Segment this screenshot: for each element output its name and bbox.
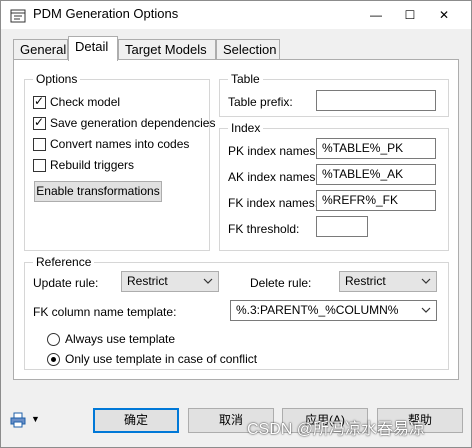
fk-template-value: %.3:PARENT%_%COLUMN% xyxy=(236,303,399,317)
dropdown-arrow-icon[interactable]: ▼ xyxy=(31,414,40,424)
options-group: Options ✓ Check model ✓ Save generation … xyxy=(24,72,215,251)
fk-index-label: FK index names: xyxy=(228,196,319,210)
fk-template-label: FK column name template: xyxy=(33,305,177,319)
table-group: Table Table prefix: xyxy=(219,72,449,117)
save-dependencies-checkbox[interactable]: ✓ xyxy=(33,115,46,130)
fk-index-input[interactable]: %REFR%_FK xyxy=(316,190,436,211)
index-group: Index PK index names: %TABLE%_PK AK inde… xyxy=(219,121,449,251)
update-rule-select[interactable]: Restrict xyxy=(121,271,219,292)
reference-legend: Reference xyxy=(33,255,95,269)
reference-group: Reference Update rule: Restrict Delete r… xyxy=(24,255,449,370)
convert-names-checkbox[interactable] xyxy=(33,137,46,151)
tab-selection[interactable]: Selection xyxy=(216,39,280,60)
fk-threshold-input[interactable] xyxy=(316,216,368,237)
conflict-template-radio[interactable] xyxy=(47,352,60,366)
title-bar[interactable]: PDM Generation Options — ☐ ✕ xyxy=(1,1,471,29)
convert-names-row[interactable]: Convert names into codes xyxy=(33,136,189,152)
tab-detail[interactable]: Detail xyxy=(68,36,118,61)
window-title: PDM Generation Options xyxy=(33,6,179,21)
chevron-down-icon xyxy=(421,307,431,313)
dialog-window: PDM Generation Options — ☐ ✕ General Det… xyxy=(0,0,472,448)
always-use-template-option[interactable]: Always use template xyxy=(47,331,175,347)
check-model-row[interactable]: ✓ Check model xyxy=(33,94,120,110)
tab-target-models[interactable]: Target Models xyxy=(118,39,216,60)
check-model-checkbox[interactable]: ✓ xyxy=(33,94,46,109)
fk-threshold-label: FK threshold: xyxy=(228,222,300,236)
conflict-template-label: Only use template in case of conflict xyxy=(65,352,258,366)
table-legend: Table xyxy=(228,72,263,86)
tab-general[interactable]: General xyxy=(13,39,68,60)
always-use-template-label: Always use template xyxy=(65,332,176,346)
maximize-icon[interactable]: ☐ xyxy=(393,1,427,29)
delete-rule-select[interactable]: Restrict xyxy=(339,271,437,292)
rebuild-triggers-label: Rebuild triggers xyxy=(50,158,135,172)
chevron-down-icon xyxy=(421,278,431,284)
check-model-label: Check model xyxy=(50,95,121,109)
watermark-text: CSDN @所冯凉水吞易凉 xyxy=(247,421,426,438)
printer-icon[interactable] xyxy=(10,412,26,428)
ok-button[interactable]: 确定 xyxy=(93,408,179,433)
app-icon xyxy=(10,9,26,23)
update-rule-label: Update rule: xyxy=(33,276,99,290)
convert-names-label: Convert names into codes xyxy=(50,137,190,151)
update-rule-value: Restrict xyxy=(127,274,168,288)
save-dependencies-label: Save generation dependencies xyxy=(50,116,216,130)
chevron-down-icon xyxy=(203,278,213,284)
conflict-template-option[interactable]: Only use template in case of conflict xyxy=(47,351,257,367)
delete-rule-value: Restrict xyxy=(345,274,386,288)
fk-template-combo[interactable]: %.3:PARENT%_%COLUMN% xyxy=(230,300,437,321)
detail-panel: Options ✓ Check model ✓ Save generation … xyxy=(13,59,459,380)
always-use-template-radio[interactable] xyxy=(47,332,60,346)
delete-rule-label: Delete rule: xyxy=(250,276,312,290)
table-prefix-input[interactable] xyxy=(316,90,436,111)
rebuild-triggers-row[interactable]: Rebuild triggers xyxy=(33,157,134,173)
ak-index-input[interactable]: %TABLE%_AK xyxy=(316,164,436,185)
minimize-icon[interactable]: — xyxy=(359,1,393,29)
rebuild-triggers-checkbox[interactable] xyxy=(33,158,46,172)
table-prefix-label: Table prefix: xyxy=(228,95,293,109)
pk-index-input[interactable]: %TABLE%_PK xyxy=(316,138,436,159)
pk-index-label: PK index names: xyxy=(228,144,319,158)
index-legend: Index xyxy=(228,121,264,135)
ak-index-label: AK index names: xyxy=(228,170,319,184)
options-legend: Options xyxy=(33,72,81,86)
close-icon[interactable]: ✕ xyxy=(427,1,461,29)
save-dependencies-row[interactable]: ✓ Save generation dependencies xyxy=(33,115,215,131)
enable-transformations-button[interactable]: Enable transformations xyxy=(34,181,162,202)
